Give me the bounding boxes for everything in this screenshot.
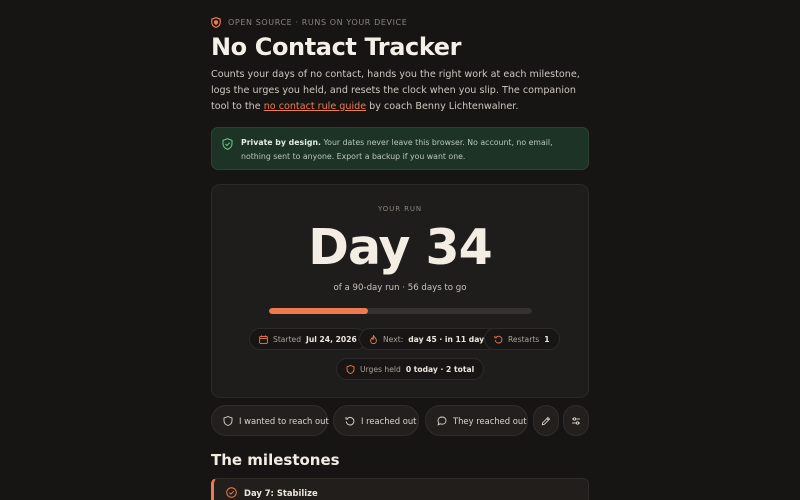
- restart-icon: [494, 335, 503, 343]
- eyebrow: OPEN SOURCE · RUNS ON YOUR DEVICE: [211, 17, 407, 28]
- started-value: Jul 24, 2026: [306, 334, 357, 344]
- intro-text-end: by coach Benny Lichtenwalner.: [366, 101, 519, 112]
- wanted-reach-out-button[interactable]: I wanted to reach out: [211, 405, 329, 436]
- milestone-item[interactable]: Day 7: Stabilize: [211, 478, 589, 500]
- restarts-chip: Restarts 1: [484, 328, 560, 350]
- eyebrow-text: OPEN SOURCE · RUNS ON YOUR DEVICE: [228, 18, 408, 27]
- urges-label: Urges held: [360, 364, 401, 374]
- intro-text: Counts your days of no contact, hands yo…: [211, 67, 589, 115]
- started-chip: Started Jul 24, 2026: [249, 328, 367, 350]
- run-label: YOUR RUN: [377, 205, 423, 213]
- page-title: No Contact Tracker: [211, 33, 462, 61]
- restarts-label: Restarts: [508, 334, 540, 344]
- they-reached-out-button[interactable]: They reached out: [425, 405, 528, 436]
- day-counter: Day 34: [308, 219, 492, 276]
- milestones-heading: The milestones: [211, 451, 340, 469]
- shield-check-icon: [222, 138, 233, 150]
- next-value: day 45 · in 11 days: [408, 334, 489, 344]
- shield-icon: [211, 17, 221, 28]
- run-summary: of a 90-day run · 56 days to go: [333, 283, 467, 293]
- action-row: I wanted to reach out I reached out They…: [211, 405, 589, 436]
- progress-fill: [269, 308, 369, 314]
- shield-icon: [346, 364, 355, 374]
- wanted-reach-out-label: I wanted to reach out: [239, 415, 329, 426]
- milestone-title: Day 7: Stabilize: [244, 488, 318, 498]
- privacy-title: Private by design.: [241, 138, 321, 147]
- restart-icon: [345, 416, 355, 425]
- urges-value: 0 today · 2 total: [405, 364, 475, 374]
- urges-chip: Urges held 0 today · 2 total: [336, 358, 485, 380]
- privacy-notice: Private by design. Your dates never leav…: [211, 127, 589, 170]
- reached-out-button[interactable]: I reached out: [333, 405, 419, 436]
- reached-out-label: I reached out: [361, 415, 417, 426]
- started-label: Started: [273, 334, 302, 344]
- they-reached-out-label: They reached out: [453, 415, 527, 426]
- progress-bar: [269, 308, 532, 314]
- restarts-value: 1: [544, 334, 550, 344]
- shield-icon: [223, 415, 233, 426]
- next-label: Next:: [383, 334, 404, 344]
- pencil-icon: [541, 416, 551, 425]
- check-circle-icon: [226, 487, 237, 498]
- next-milestone-chip: Next: day 45 · in 11 days: [359, 328, 499, 350]
- sliders-icon: [572, 416, 580, 425]
- flame-icon: [370, 334, 377, 344]
- settings-button[interactable]: [563, 405, 589, 436]
- guide-link[interactable]: no contact rule guide: [264, 101, 366, 112]
- edit-button[interactable]: [533, 405, 559, 436]
- chat-bubble-icon: [437, 416, 447, 426]
- run-card: YOUR RUN Day 34 of a 90-day run · 56 day…: [211, 184, 589, 398]
- calendar-icon: [259, 334, 268, 344]
